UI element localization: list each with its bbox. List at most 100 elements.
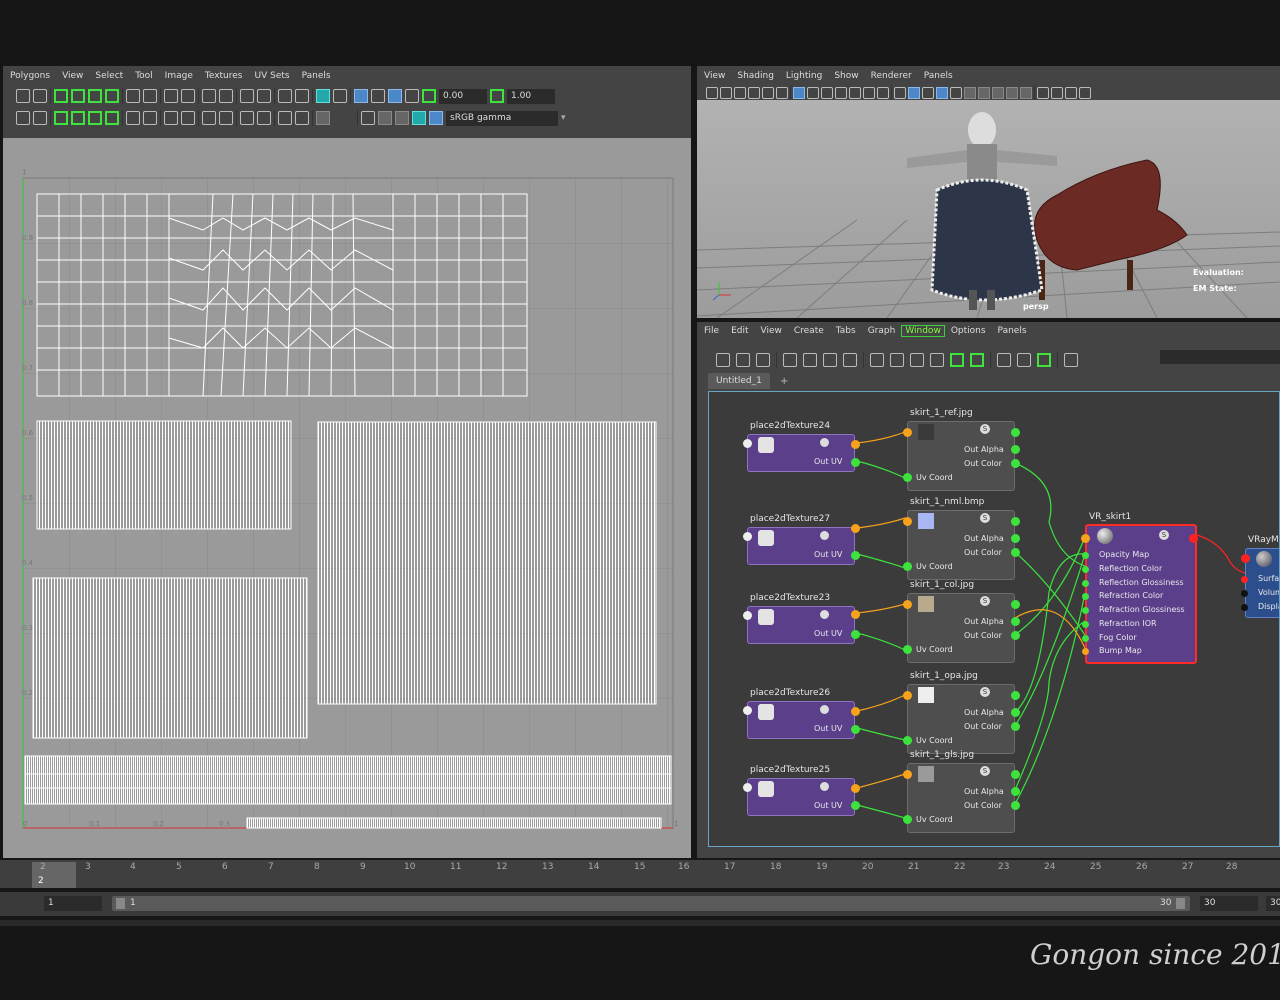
smooth-shade-icon[interactable]: [908, 87, 920, 99]
input-port[interactable]: [1241, 590, 1248, 597]
clear-graph-icon[interactable]: [843, 353, 857, 367]
output-port[interactable]: [851, 610, 860, 619]
node-badge[interactable]: S: [980, 766, 990, 776]
2d-pan-icon[interactable]: [762, 87, 774, 99]
node-badge[interactable]: S: [980, 687, 990, 697]
node-badge[interactable]: S: [980, 596, 990, 606]
output-port[interactable]: [1011, 708, 1020, 717]
uv-merge-icon[interactable]: [181, 111, 195, 125]
node-badge[interactable]: S: [1159, 530, 1169, 540]
motion-blur-icon[interactable]: [992, 87, 1004, 99]
menu-polygons[interactable]: Polygons: [4, 71, 56, 81]
uv-image-icon[interactable]: [316, 89, 330, 103]
file-node[interactable]: skirt_1_col.jpg S Out Alpha Out Color Uv…: [903, 580, 1020, 663]
node-badge[interactable]: [820, 610, 829, 619]
place2d-node[interactable]: place2dTexture25 Out UV: [743, 765, 860, 816]
tab-add-button[interactable]: +: [780, 376, 788, 387]
resolution-gate-icon[interactable]: [821, 87, 833, 99]
input-port[interactable]: [743, 783, 752, 792]
field-chart-icon[interactable]: [849, 87, 861, 99]
uv-spherical-icon[interactable]: [88, 111, 102, 125]
uv-unstack-icon[interactable]: [219, 111, 233, 125]
uv-refresh-icon[interactable]: [371, 89, 385, 103]
uv-align-left-icon[interactable]: [240, 89, 254, 103]
uv-gamma-icon[interactable]: [490, 89, 504, 103]
pin-icon[interactable]: [1037, 353, 1051, 367]
exposure-field[interactable]: 0.00: [439, 88, 487, 104]
input-port[interactable]: [903, 736, 912, 745]
output-port[interactable]: [851, 551, 860, 560]
output-port[interactable]: [851, 784, 860, 793]
ambient-occlusion-icon[interactable]: [978, 87, 990, 99]
input-port[interactable]: [1082, 648, 1089, 655]
safe-title-icon[interactable]: [877, 87, 889, 99]
file-node[interactable]: skirt_1_ref.jpg S Out Alpha Out Color Uv…: [903, 408, 1020, 491]
uv-border-icon[interactable]: [295, 111, 309, 125]
full-mode-icon[interactable]: [910, 353, 924, 367]
uv-smooth-icon[interactable]: [126, 89, 140, 103]
refresh-icon[interactable]: [1064, 353, 1078, 367]
input-port[interactable]: [1082, 566, 1089, 573]
file-node[interactable]: skirt_1_gls.jpg S Out Alpha Out Color Uv…: [903, 750, 1020, 833]
uv-pin-icon[interactable]: [143, 89, 157, 103]
shadows-icon[interactable]: [964, 87, 976, 99]
input-port[interactable]: [1241, 604, 1248, 611]
input-port[interactable]: [903, 473, 912, 482]
input-port[interactable]: [903, 600, 912, 609]
uv-target-icon[interactable]: [143, 111, 157, 125]
input-port[interactable]: [1082, 635, 1089, 642]
input-port[interactable]: [903, 770, 912, 779]
output-port[interactable]: [851, 458, 860, 467]
uv-shaded-icon[interactable]: [388, 89, 402, 103]
simple-mode-icon[interactable]: [870, 353, 884, 367]
uv-canvas[interactable]: 1 0.9 0.8 0.7 0.6 0.5 0.4 0.3 0.2 0 0.1 …: [3, 138, 691, 858]
grease-pencil-icon[interactable]: [776, 87, 788, 99]
grid-icon[interactable]: [793, 87, 805, 99]
uv-normalize-icon[interactable]: [295, 89, 309, 103]
xray-icon[interactable]: [1051, 87, 1063, 99]
menu-panels[interactable]: Panels: [992, 326, 1033, 336]
output-port[interactable]: [1011, 691, 1020, 700]
safe-action-icon[interactable]: [863, 87, 875, 99]
uv-rotate-icon[interactable]: [88, 89, 102, 103]
output-port[interactable]: [1011, 617, 1020, 626]
gamma-field[interactable]: 1.00: [507, 88, 555, 104]
xray-components-icon[interactable]: [1079, 87, 1091, 99]
menu-options[interactable]: Options: [945, 326, 992, 336]
lights-icon[interactable]: [950, 87, 962, 99]
uv-align-bottom-icon[interactable]: [240, 111, 254, 125]
camera-attr-icon[interactable]: [720, 87, 732, 99]
gate-mask-icon[interactable]: [835, 87, 847, 99]
output-port[interactable]: [1011, 600, 1020, 609]
output-port[interactable]: [1011, 722, 1020, 731]
output-port[interactable]: [1011, 428, 1020, 437]
node-graph[interactable]: place2dTexture24 Out UV place2dTexture27…: [708, 391, 1280, 847]
node-badge[interactable]: [820, 782, 829, 791]
uv-display-icon[interactable]: [333, 89, 347, 103]
uv-unfold-icon[interactable]: [181, 89, 195, 103]
uv-layout-icon[interactable]: [202, 89, 216, 103]
output-port[interactable]: [1011, 787, 1020, 796]
uv-flip-v-icon[interactable]: [71, 89, 85, 103]
film-gate-icon[interactable]: [807, 87, 819, 99]
uv-split-icon[interactable]: [164, 111, 178, 125]
frame-all-icon[interactable]: [783, 353, 797, 367]
wireframe-on-shaded-icon[interactable]: [922, 87, 934, 99]
input-port[interactable]: [1081, 534, 1090, 543]
menu-edit[interactable]: Edit: [725, 326, 754, 336]
uv-grid-icon[interactable]: [105, 89, 119, 103]
uv-circle-icon[interactable]: [126, 111, 140, 125]
uv-pixel-icon[interactable]: [378, 111, 392, 125]
uv-grid2-icon[interactable]: [361, 111, 375, 125]
uv-auto-icon[interactable]: [105, 111, 119, 125]
range-slider-handle[interactable]: [1176, 898, 1185, 909]
uv-rgb-icon[interactable]: [395, 111, 409, 125]
uv-planar-icon[interactable]: [54, 111, 68, 125]
graph-input-icon[interactable]: [716, 353, 730, 367]
menu-window[interactable]: Window: [901, 325, 945, 337]
camera-icon[interactable]: [706, 87, 718, 99]
custom-mode-icon[interactable]: [930, 353, 944, 367]
image-plane-icon[interactable]: [748, 87, 760, 99]
input-port[interactable]: [903, 562, 912, 571]
output-port[interactable]: [1011, 459, 1020, 468]
